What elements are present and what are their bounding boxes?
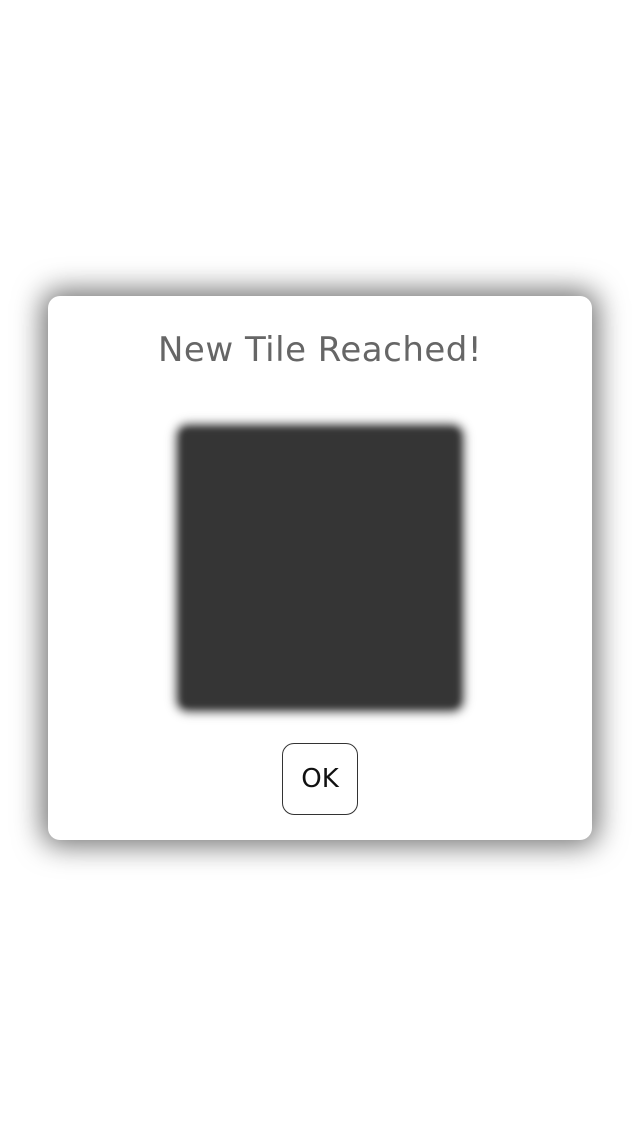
dialog-title: New Tile Reached! [157, 330, 483, 370]
ok-button[interactable]: OK [282, 743, 358, 815]
new-tile-preview [180, 428, 460, 708]
game-screen: New Tile Reached! OK [0, 0, 640, 1136]
